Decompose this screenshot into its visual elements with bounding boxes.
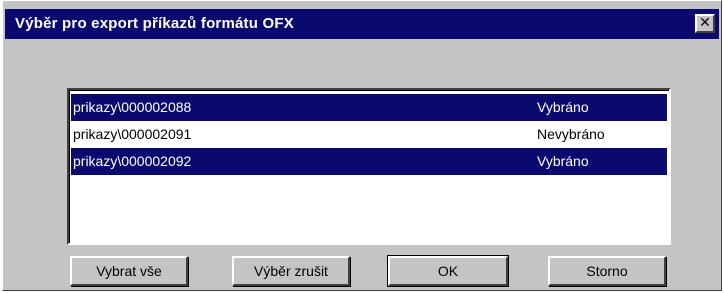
ok-button[interactable]: OK [387,255,509,287]
storno-button[interactable]: Storno [548,256,666,286]
item-status: Vybráno [537,99,589,115]
close-button[interactable]: ✕ [695,14,715,33]
item-path: prikazy\000002092 [73,153,192,169]
export-items-listbox[interactable]: prikazy\000002088 Vybráno prikazy\000002… [67,88,671,245]
item-path: prikazy\000002091 [73,126,192,142]
item-status: Vybráno [537,153,589,169]
dialog-title: Výběr pro export příkazů formátu OFX [15,15,294,32]
cancel-selection-button[interactable]: Výběr zrušit [232,256,350,286]
select-all-button[interactable]: Vybrat vše [70,256,188,286]
export-dialog: Výběr pro export příkazů formátu OFX ✕ p… [2,0,722,291]
title-bar: Výběr pro export příkazů formátu OFX ✕ [5,9,719,39]
list-item[interactable]: prikazy\000002092 Vybráno [71,148,667,175]
list-item[interactable]: prikazy\000002088 Vybráno [71,94,667,121]
listbox-rows: prikazy\000002088 Vybráno prikazy\000002… [71,94,667,175]
item-status: Nevybráno [537,126,605,142]
list-item[interactable]: prikazy\000002091 Nevybráno [71,121,667,148]
close-icon: ✕ [699,15,711,31]
item-path: prikazy\000002088 [73,99,192,115]
